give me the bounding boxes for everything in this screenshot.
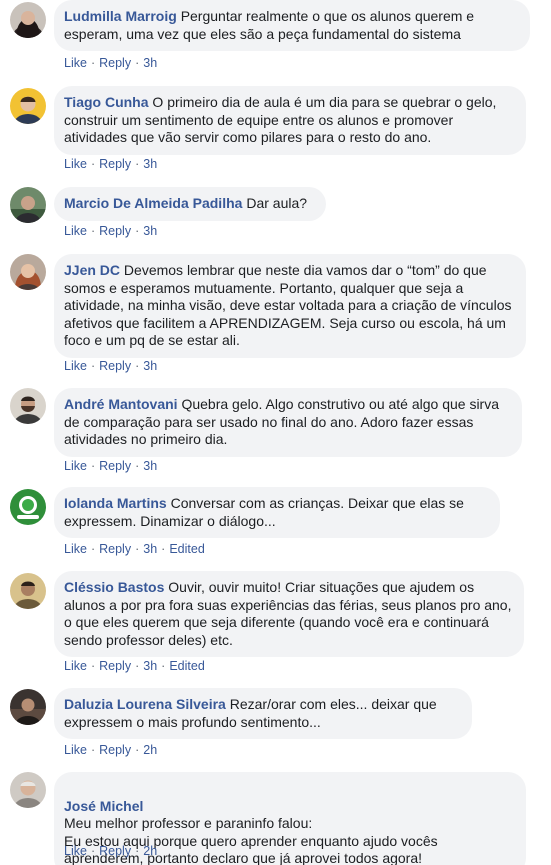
comment-timestamp[interactable]: 3h	[143, 359, 157, 373]
comment-actions: Like · Reply · 3h · Edited	[64, 658, 205, 674]
comment-actions: Like · Reply · 3h	[64, 223, 157, 239]
comment-author[interactable]: José Michel	[64, 798, 143, 814]
reply-button[interactable]: Reply	[99, 224, 131, 238]
separator: ·	[135, 359, 140, 373]
comment-text: Devemos lembrar que neste dia vamos dar …	[64, 262, 512, 348]
comment-bubble: JJen DC Devemos lembrar que neste dia va…	[54, 254, 526, 358]
comment-list: Ludmilla Marroig Perguntar realmente o q…	[0, 0, 551, 865]
separator: ·	[90, 659, 96, 673]
separator: ·	[90, 56, 96, 70]
man-yellow-background-avatar-icon	[10, 88, 46, 124]
comment-bubble: Cléssio Bastos Ouvir, ouvir muito! Criar…	[54, 571, 524, 657]
reply-button[interactable]: Reply	[99, 459, 131, 473]
separator: ·	[90, 459, 96, 473]
edited-label[interactable]: Edited	[169, 659, 204, 673]
comment-actions: Like · Reply · 2h	[64, 742, 157, 758]
comment-text: Dar aula?	[246, 195, 308, 211]
reply-button[interactable]: Reply	[99, 56, 131, 70]
comment-author[interactable]: JJen DC	[64, 262, 120, 278]
separator: ·	[90, 157, 96, 171]
comment-author[interactable]: Daluzia Lourena Silveira	[64, 696, 226, 712]
comment-bubble: Ludmilla Marroig Perguntar realmente o q…	[54, 0, 530, 51]
comment-bubble: Iolanda Martins Conversar com as criança…	[54, 487, 500, 538]
avatar[interactable]	[10, 772, 46, 808]
like-button[interactable]: Like	[64, 359, 87, 373]
separator: ·	[90, 224, 96, 238]
comment-bubble: Tiago Cunha O primeiro dia de aula é um …	[54, 86, 526, 155]
comment-actions: Like · Reply · 3h	[64, 358, 157, 374]
comment-timestamp[interactable]: 3h	[143, 224, 157, 238]
comment-timestamp[interactable]: 2h	[143, 844, 157, 858]
like-button[interactable]: Like	[64, 157, 87, 171]
man-bearded-avatar-icon	[10, 388, 46, 424]
separator: ·	[135, 459, 140, 473]
separator: ·	[135, 659, 140, 673]
comment-actions: Like · Reply · 3h	[64, 55, 157, 71]
reply-button[interactable]: Reply	[99, 743, 131, 757]
edited-label[interactable]: Edited	[169, 542, 204, 556]
woman-dark-hair-avatar-icon	[10, 2, 46, 38]
comment-actions: Like · Reply · 3h	[64, 156, 157, 172]
separator: ·	[161, 542, 166, 556]
comment-timestamp[interactable]: 2h	[143, 743, 157, 757]
avatar[interactable]	[10, 388, 46, 424]
comment-timestamp[interactable]: 3h	[143, 459, 157, 473]
avatar[interactable]	[10, 254, 46, 290]
separator: ·	[135, 743, 140, 757]
separator: ·	[90, 359, 96, 373]
comment-actions: Like · Reply · 3h	[64, 458, 157, 474]
like-button[interactable]: Like	[64, 542, 87, 556]
man-outdoor-avatar-icon	[10, 187, 46, 223]
separator: ·	[90, 844, 96, 858]
like-button[interactable]: Like	[64, 56, 87, 70]
like-button[interactable]: Like	[64, 659, 87, 673]
avatar[interactable]	[10, 489, 46, 525]
comment-bubble: Daluzia Lourena Silveira Rezar/orar com …	[54, 688, 472, 739]
comment-bubble: André Mantovani Quebra gelo. Algo constr…	[54, 388, 522, 457]
comment-bubble: Marcio De Almeida Padilha Dar aula?	[54, 187, 326, 221]
avatar[interactable]	[10, 573, 46, 609]
green-logo-avatar-icon	[10, 489, 46, 525]
man-beige-background-avatar-icon	[10, 573, 46, 609]
like-button[interactable]: Like	[64, 844, 87, 858]
separator: ·	[135, 56, 140, 70]
separator: ·	[135, 224, 140, 238]
reply-button[interactable]: Reply	[99, 359, 131, 373]
like-button[interactable]: Like	[64, 459, 87, 473]
avatar[interactable]	[10, 88, 46, 124]
comment-author[interactable]: Cléssio Bastos	[64, 579, 164, 595]
comment-timestamp[interactable]: 3h	[143, 157, 157, 171]
separator: ·	[90, 743, 96, 757]
separator: ·	[135, 844, 140, 858]
reply-button[interactable]: Reply	[99, 542, 131, 556]
comment-author[interactable]: Iolanda Martins	[64, 495, 167, 511]
like-button[interactable]: Like	[64, 224, 87, 238]
reply-button[interactable]: Reply	[99, 659, 131, 673]
comment-actions: Like · Reply · 3h · Edited	[64, 541, 205, 557]
separator: ·	[90, 542, 96, 556]
reply-button[interactable]: Reply	[99, 157, 131, 171]
woman-dark-photo-avatar-icon	[10, 689, 46, 725]
comment-actions: Like · Reply · 2h	[64, 843, 157, 859]
separator: ·	[135, 157, 140, 171]
comment-author[interactable]: Marcio De Almeida Padilha	[64, 195, 242, 211]
avatar[interactable]	[10, 2, 46, 38]
like-button[interactable]: Like	[64, 743, 87, 757]
woman-red-hair-avatar-icon	[10, 254, 46, 290]
separator: ·	[135, 542, 140, 556]
comment-author[interactable]: Ludmilla Marroig	[64, 8, 177, 24]
avatar[interactable]	[10, 689, 46, 725]
comment-author[interactable]: André Mantovani	[64, 396, 178, 412]
comment-timestamp[interactable]: 3h	[143, 659, 157, 673]
older-man-avatar-icon	[10, 772, 46, 808]
comment-timestamp[interactable]: 3h	[143, 56, 157, 70]
separator: ·	[161, 659, 166, 673]
comment-timestamp[interactable]: 3h	[143, 542, 157, 556]
avatar[interactable]	[10, 187, 46, 223]
reply-button[interactable]: Reply	[99, 844, 131, 858]
comment-author[interactable]: Tiago Cunha	[64, 94, 149, 110]
